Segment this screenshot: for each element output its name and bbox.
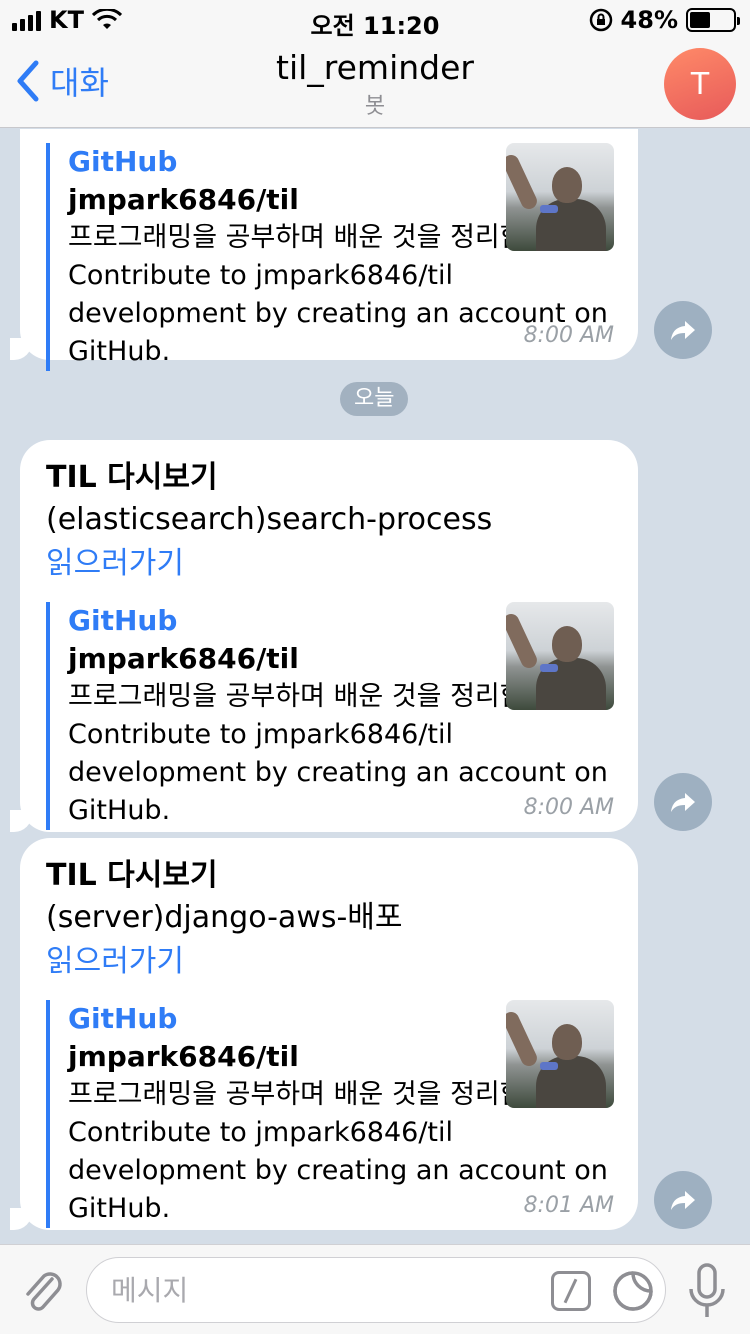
battery-fill [690,12,711,28]
preview-thumbnail [506,602,614,710]
message-bubble[interactable]: TIL 다시보기 (elasticsearch)search-process 읽… [10,440,638,832]
chat-area[interactable]: GitHub jmpark6846/til 프로그래밍을 공부하며 배운 것을 … [0,129,750,1244]
forward-button[interactable] [654,301,712,359]
battery-percent: 48% [620,6,678,34]
message-text: (server)django-aws-배포 [46,900,403,935]
message-time: 8:00 AM [523,323,614,348]
nav-bar: 대화 til_reminder 봇 T [0,40,750,128]
status-right: 48% [589,6,740,34]
message-text: (elasticsearch)search-process [46,502,493,537]
rotation-lock-icon [589,8,612,32]
message-time: 8:00 AM [523,795,614,820]
bot-command-button[interactable] [551,1271,591,1311]
avatar[interactable]: T [664,48,736,120]
avatar-letter: T [690,66,710,102]
chat-subtitle: 봇 [364,94,386,119]
share-arrow-icon [671,321,695,340]
preview-thumbnail [506,143,614,251]
message-field[interactable] [86,1257,666,1323]
input-bar [0,1244,750,1334]
status-bar: KT 오전 11:20 48% [0,0,750,40]
forward-button[interactable] [654,773,712,831]
battery-icon [686,8,740,32]
message-bubble[interactable]: TIL 다시보기 (server)django-aws-배포 읽으러가기 Git… [10,838,638,1230]
message-time: 8:01 AM [523,1193,614,1218]
message-bubble[interactable]: GitHub jmpark6846/til 프로그래밍을 공부하며 배운 것을 … [10,129,638,371]
read-link[interactable]: 읽으러가기 [46,940,614,984]
date-divider: 오늘 [340,382,409,416]
sticker-icon[interactable] [611,1269,655,1313]
message-title: TIL 다시보기 [46,460,218,495]
chat-title: til_reminder [276,48,474,87]
share-arrow-icon [671,793,695,812]
microphone-icon[interactable] [688,1263,726,1319]
share-arrow-icon [671,1191,695,1210]
paperclip-icon[interactable] [20,1267,66,1315]
preview-thumbnail [506,1000,614,1108]
message-input[interactable] [111,1266,531,1314]
forward-button[interactable] [654,1171,712,1229]
read-link[interactable]: 읽으러가기 [46,542,614,586]
message-title: TIL 다시보기 [46,858,218,893]
